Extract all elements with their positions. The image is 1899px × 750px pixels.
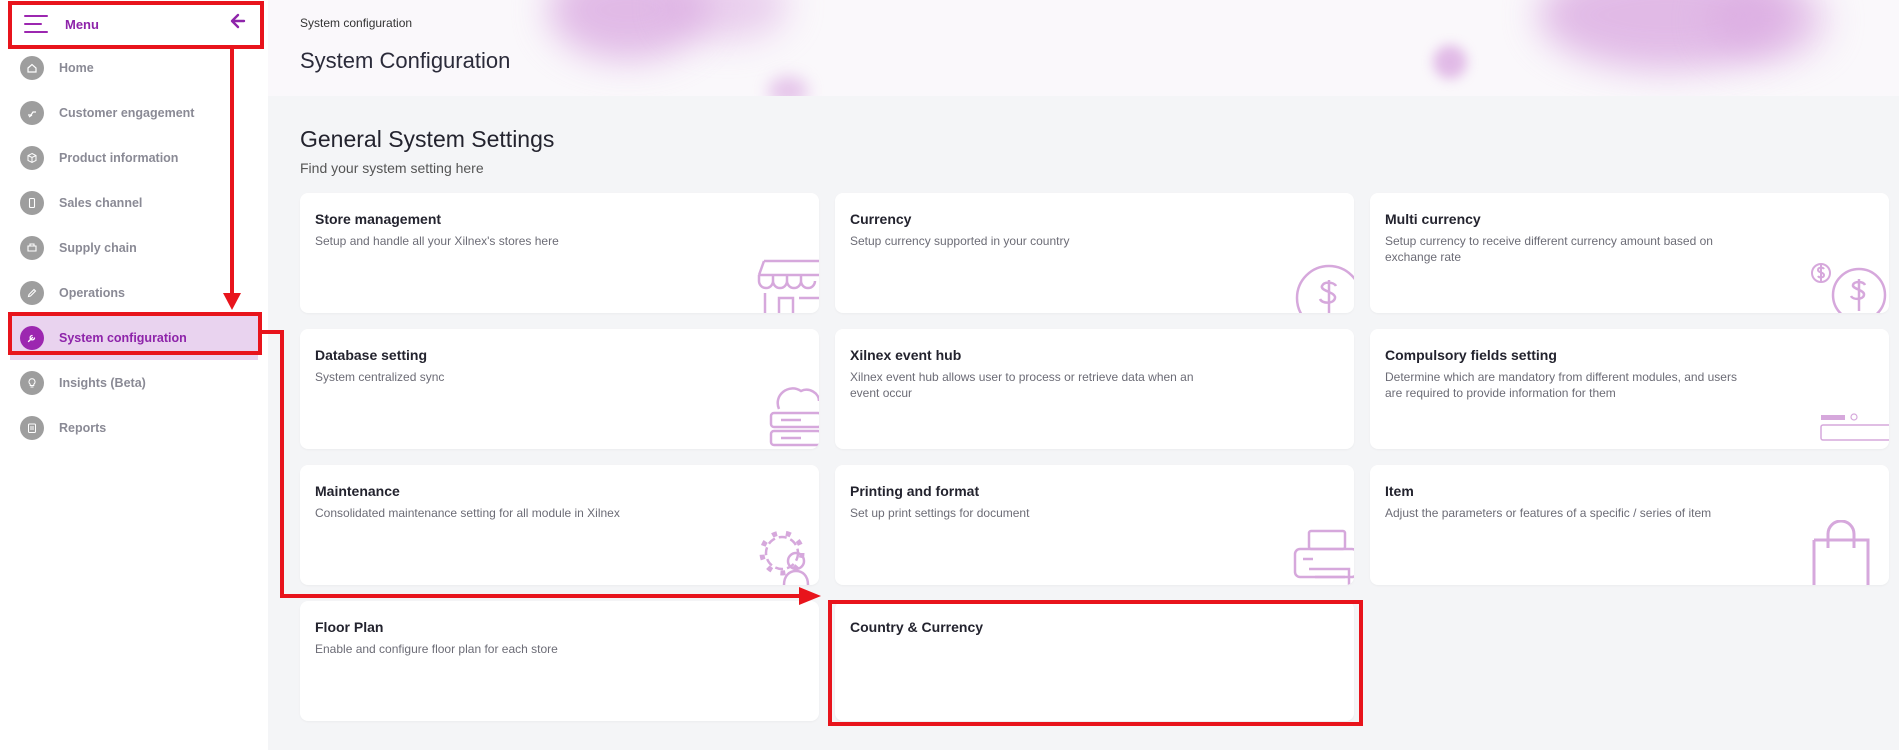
card-description: Xilnex event hub allows user to process …	[850, 370, 1194, 400]
card-description: Consolidated maintenance setting for all…	[315, 506, 620, 520]
pen-icon	[20, 280, 44, 305]
sidebar-item-label: Home	[59, 60, 94, 75]
card-title: Database setting	[315, 347, 428, 363]
card-description: Enable and configure floor plan for each…	[315, 642, 558, 656]
shopping-bag-icon	[1812, 520, 1870, 585]
annotation-arrowhead-down-icon	[223, 293, 241, 310]
truck-icon	[20, 235, 44, 260]
sidebar-item-label: Operations	[59, 285, 125, 300]
sidebar-item-label: Product information	[59, 150, 179, 165]
sidebar-item-sales-channel[interactable]: Sales channel	[0, 180, 268, 225]
handshake-icon	[20, 100, 44, 125]
card-description: Setup currency to receive different curr…	[1385, 234, 1713, 264]
page-header: System configuration System Configuratio…	[268, 0, 1899, 96]
card-maintenance[interactable]: Maintenance Consolidated maintenance set…	[300, 465, 819, 585]
annotation-box-country-currency	[828, 600, 1363, 726]
section-subtitle: Find your system setting here	[300, 160, 484, 176]
card-title: Printing and format	[850, 483, 980, 499]
sidebar-item-supply-chain[interactable]: Supply chain	[0, 225, 268, 270]
card-description: System centralized sync	[315, 370, 445, 384]
phone-icon	[20, 190, 44, 215]
card-title: Store management	[315, 211, 442, 227]
card-title: Maintenance	[315, 483, 400, 499]
annotation-arrow-line	[280, 330, 284, 598]
sidebar-item-label: Supply chain	[59, 240, 137, 255]
card-description: Set up print settings for document	[850, 506, 1030, 520]
sidebar-item-label: Insights (Beta)	[59, 375, 146, 390]
cube-icon	[20, 145, 44, 170]
card-title: Floor Plan	[315, 619, 384, 635]
card-title: Item	[1385, 483, 1414, 499]
card-description: Adjust the parameters or features of a s…	[1385, 506, 1712, 520]
card-description: Setup and handle all your Xilnex's store…	[315, 234, 559, 248]
card-title: Compulsory fields setting	[1385, 347, 1557, 363]
sidebar: Menu Home Customer engagement Product in…	[0, 0, 268, 750]
card-database-setting[interactable]: Database setting System centralized sync	[300, 329, 819, 449]
card-title: Multi currency	[1385, 211, 1481, 227]
sidebar-nav: Home Customer engagement Product informa…	[0, 45, 268, 450]
card-compulsory-fields-setting[interactable]: Compulsory fields setting Determine whic…	[1370, 329, 1889, 449]
multi-dollar-icon	[1811, 263, 1887, 313]
card-floor-plan[interactable]: Floor Plan Enable and configure floor pl…	[300, 601, 819, 721]
card-description: Setup currency supported in your country	[850, 234, 1070, 248]
card-currency[interactable]: Currency Setup currency supported in you…	[835, 193, 1354, 313]
card-item[interactable]: Item Adjust the parameters or features o…	[1370, 465, 1889, 585]
store-icon	[757, 259, 819, 313]
sidebar-item-home[interactable]: Home	[0, 45, 268, 90]
printer-icon	[1293, 529, 1354, 585]
card-xilnex-event-hub[interactable]: Xilnex event hub Xilnex event hub allows…	[835, 329, 1354, 449]
gear-user-icon	[759, 530, 810, 585]
lightbulb-icon	[20, 370, 44, 395]
breadcrumb[interactable]: System configuration	[300, 16, 412, 30]
annotation-arrow-line	[230, 49, 234, 299]
card-store-management[interactable]: Store management Setup and handle all yo…	[300, 193, 819, 313]
home-icon	[20, 55, 44, 80]
annotation-box-menu	[8, 1, 264, 49]
dollar-icon	[1295, 264, 1354, 313]
card-title: Xilnex event hub	[850, 347, 962, 363]
card-multi-currency[interactable]: Multi currency Setup currency to receive…	[1370, 193, 1889, 313]
annotation-arrowhead-right-icon	[799, 587, 821, 605]
section-title: General System Settings	[300, 126, 555, 152]
sidebar-item-customer-engagement[interactable]: Customer engagement	[0, 90, 268, 135]
clipboard-icon	[20, 415, 44, 440]
annotation-box-system-configuration	[8, 312, 262, 355]
sidebar-item-label: Sales channel	[59, 195, 143, 210]
card-printing-and-format[interactable]: Printing and format Set up print setting…	[835, 465, 1354, 585]
sidebar-item-product-information[interactable]: Product information	[0, 135, 268, 180]
page-title: System Configuration	[300, 48, 511, 73]
card-title: Currency	[850, 211, 912, 227]
form-field-icon	[1820, 413, 1889, 441]
sidebar-item-label: Customer engagement	[59, 105, 195, 120]
cloud-server-icon	[769, 387, 819, 447]
annotation-arrow-line	[280, 594, 800, 598]
card-description: Determine which are mandatory from diffe…	[1385, 370, 1737, 400]
sidebar-item-insights[interactable]: Insights (Beta)	[0, 360, 268, 405]
sidebar-item-reports[interactable]: Reports	[0, 405, 268, 450]
sidebar-item-label: Reports	[59, 420, 107, 435]
